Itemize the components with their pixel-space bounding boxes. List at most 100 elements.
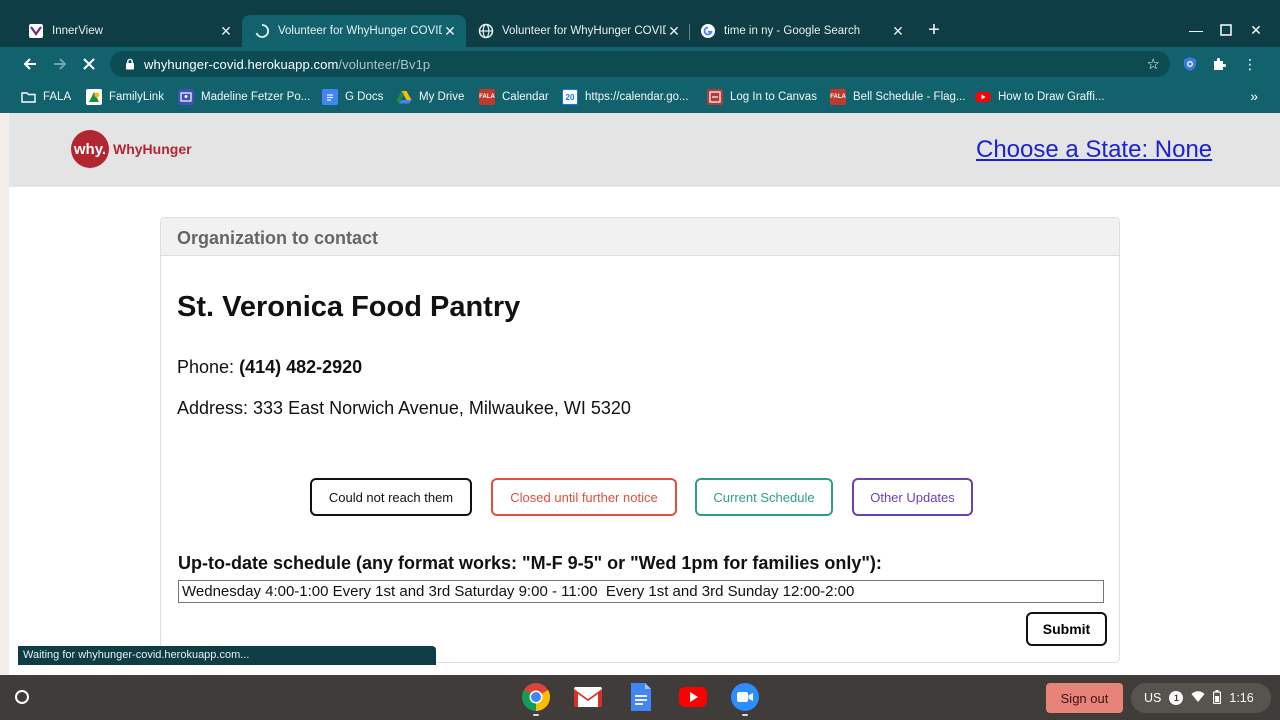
close-icon[interactable]: ✕ xyxy=(442,23,458,39)
bookmarks-bar: FALA FamilyLink Madeline Fetzer Po... G … xyxy=(0,81,1280,113)
bookmark-classroom[interactable]: Madeline Fetzer Po... xyxy=(178,88,310,106)
bookmark-label: Bell Schedule - Flag... xyxy=(853,91,966,103)
bookmark-label: FALA xyxy=(43,91,72,103)
globe-icon xyxy=(478,23,494,39)
submit-button[interactable]: Submit xyxy=(1026,612,1107,646)
calendar-icon: FALA xyxy=(479,89,495,105)
status-tray[interactable]: US 1 1:16 xyxy=(1131,683,1271,713)
zoom-icon[interactable] xyxy=(729,681,761,716)
youtube-icon[interactable] xyxy=(677,681,709,713)
tab-title: time in ny - Google Search xyxy=(724,25,861,37)
logo-mark: why. xyxy=(71,130,109,168)
bookmark-label: Log In to Canvas xyxy=(730,91,817,103)
bookmark-g-docs[interactable]: G Docs xyxy=(322,88,383,106)
wifi-icon xyxy=(1191,690,1205,706)
locale-indicator: US xyxy=(1144,691,1162,705)
url-path: /volunteer/Bv1p xyxy=(338,56,431,72)
docs-icon[interactable] xyxy=(625,681,657,713)
tab-innerview[interactable]: InnerView ✕ xyxy=(16,15,242,47)
minimize-icon[interactable]: — xyxy=(1186,20,1206,40)
page-content: why. WhyHunger Choose a State: None Orga… xyxy=(0,113,1280,675)
shield-extension-icon[interactable] xyxy=(1182,56,1198,72)
phone-line: Phone: (414) 482-2920 xyxy=(177,357,362,378)
status-bubble: Waiting for whyhunger-covid.herokuapp.co… xyxy=(18,646,436,665)
docs-icon xyxy=(322,89,338,105)
chevron-double-right-icon[interactable]: » xyxy=(1250,88,1258,104)
bookmark-familylink[interactable]: FamilyLink xyxy=(86,88,164,106)
loading-spinner-icon xyxy=(254,23,270,39)
browser-window: InnerView ✕ Volunteer for WhyHunger COVI… xyxy=(0,0,1280,675)
browser-toolbar: whyhunger-covid.herokuapp.com/volunteer/… xyxy=(0,47,1280,81)
extensions-puzzle-icon[interactable] xyxy=(1211,56,1227,72)
current-schedule-button[interactable]: Current Schedule xyxy=(695,478,833,516)
choose-state-link[interactable]: Choose a State: None xyxy=(976,136,1212,164)
bookmark-canvas[interactable]: Log In to Canvas xyxy=(707,88,817,106)
whyhunger-logo[interactable]: why. WhyHunger xyxy=(71,130,192,168)
bookmark-star-icon[interactable]: ☆ xyxy=(1147,55,1160,73)
close-icon[interactable]: ✕ xyxy=(218,23,234,39)
tab-google-search[interactable]: time in ny - Google Search ✕ xyxy=(688,15,914,47)
gmail-icon[interactable] xyxy=(572,681,604,713)
lock-icon[interactable] xyxy=(122,58,138,70)
bookmark-label: Calendar xyxy=(502,91,549,103)
bookmark-label: My Drive xyxy=(419,91,465,103)
closed-until-further-notice-button[interactable]: Closed until further notice xyxy=(491,478,677,516)
tab-title: Volunteer for WhyHunger COVID xyxy=(502,25,666,37)
bookmark-fala[interactable]: FALA xyxy=(20,88,71,106)
close-window-icon[interactable]: ✕ xyxy=(1246,20,1266,40)
bookmark-label: Madeline Fetzer Po... xyxy=(201,91,311,103)
tab-volunteer[interactable]: Volunteer for WhyHunger COVID ✕ xyxy=(466,15,690,47)
bookmark-google-calendar[interactable]: 20 https://calendar.go... xyxy=(562,88,689,106)
os-shelf: Sign out US 1 1:16 xyxy=(0,675,1280,720)
drive-icon xyxy=(396,89,412,105)
running-indicator xyxy=(742,714,748,716)
bookmark-graffiti-video[interactable]: How to Draw Graffi... xyxy=(975,88,1105,106)
new-tab-icon[interactable]: + xyxy=(924,20,944,42)
sign-out-button[interactable]: Sign out xyxy=(1046,683,1123,713)
address-line: Address: 333 East Norwich Avenue, Milwau… xyxy=(177,398,631,418)
bookmark-bell-schedule[interactable]: FALA Bell Schedule - Flag... xyxy=(830,88,966,106)
phone-label: Phone: xyxy=(177,357,235,377)
menu-kebab-icon[interactable]: ⋮ xyxy=(1242,56,1258,72)
familylink-icon xyxy=(86,89,102,105)
bookmark-label: https://calendar.go... xyxy=(585,91,689,103)
battery-icon xyxy=(1213,689,1222,707)
bookmark-label: FamilyLink xyxy=(109,91,164,103)
google-calendar-icon: 20 xyxy=(562,89,578,105)
launcher-icon[interactable] xyxy=(10,685,34,709)
stop-loading-icon[interactable] xyxy=(79,54,99,74)
organization-card: Organization to contact St. Veronica Foo… xyxy=(160,217,1120,663)
card-header: Organization to contact xyxy=(161,218,1119,256)
back-icon[interactable] xyxy=(20,54,40,74)
organization-name: St. Veronica Food Pantry xyxy=(177,291,521,323)
bookmark-calendar[interactable]: FALA Calendar xyxy=(479,88,549,106)
youtube-icon xyxy=(975,89,991,105)
classroom-icon xyxy=(178,89,194,105)
bookmark-label: How to Draw Graffi... xyxy=(998,91,1105,103)
innerview-icon xyxy=(28,23,44,39)
google-icon xyxy=(700,23,716,39)
tab-volunteer-active[interactable]: Volunteer for WhyHunger COVID ✕ xyxy=(242,15,466,47)
close-icon[interactable]: ✕ xyxy=(890,23,906,39)
maximize-icon[interactable] xyxy=(1216,20,1236,40)
bookmark-my-drive[interactable]: My Drive xyxy=(396,88,464,106)
other-updates-button[interactable]: Other Updates xyxy=(852,478,973,516)
schedule-input[interactable] xyxy=(178,580,1104,603)
tab-title: InnerView xyxy=(52,25,103,37)
clock: 1:16 xyxy=(1229,691,1254,705)
url-host: whyhunger-covid.herokuapp.com xyxy=(144,56,339,72)
could-not-reach-button[interactable]: Could not reach them xyxy=(310,478,472,516)
url-text[interactable]: whyhunger-covid.herokuapp.com/volunteer/… xyxy=(144,57,430,72)
tab-strip: InnerView ✕ Volunteer for WhyHunger COVI… xyxy=(0,0,1280,47)
school-icon: FALA xyxy=(830,89,846,105)
chrome-icon[interactable] xyxy=(520,681,552,716)
phone-number: (414) 482-2920 xyxy=(239,357,363,377)
forward-icon[interactable] xyxy=(50,54,70,74)
logo-text: WhyHunger xyxy=(113,141,192,157)
tab-title: Volunteer for WhyHunger COVID xyxy=(278,25,442,37)
close-icon[interactable]: ✕ xyxy=(666,23,682,39)
running-indicator xyxy=(533,714,539,716)
address-bar[interactable]: whyhunger-covid.herokuapp.com/volunteer/… xyxy=(110,51,1170,77)
site-header: why. WhyHunger Choose a State: None xyxy=(9,113,1280,187)
schedule-label: Up-to-date schedule (any format works: "… xyxy=(178,553,882,573)
